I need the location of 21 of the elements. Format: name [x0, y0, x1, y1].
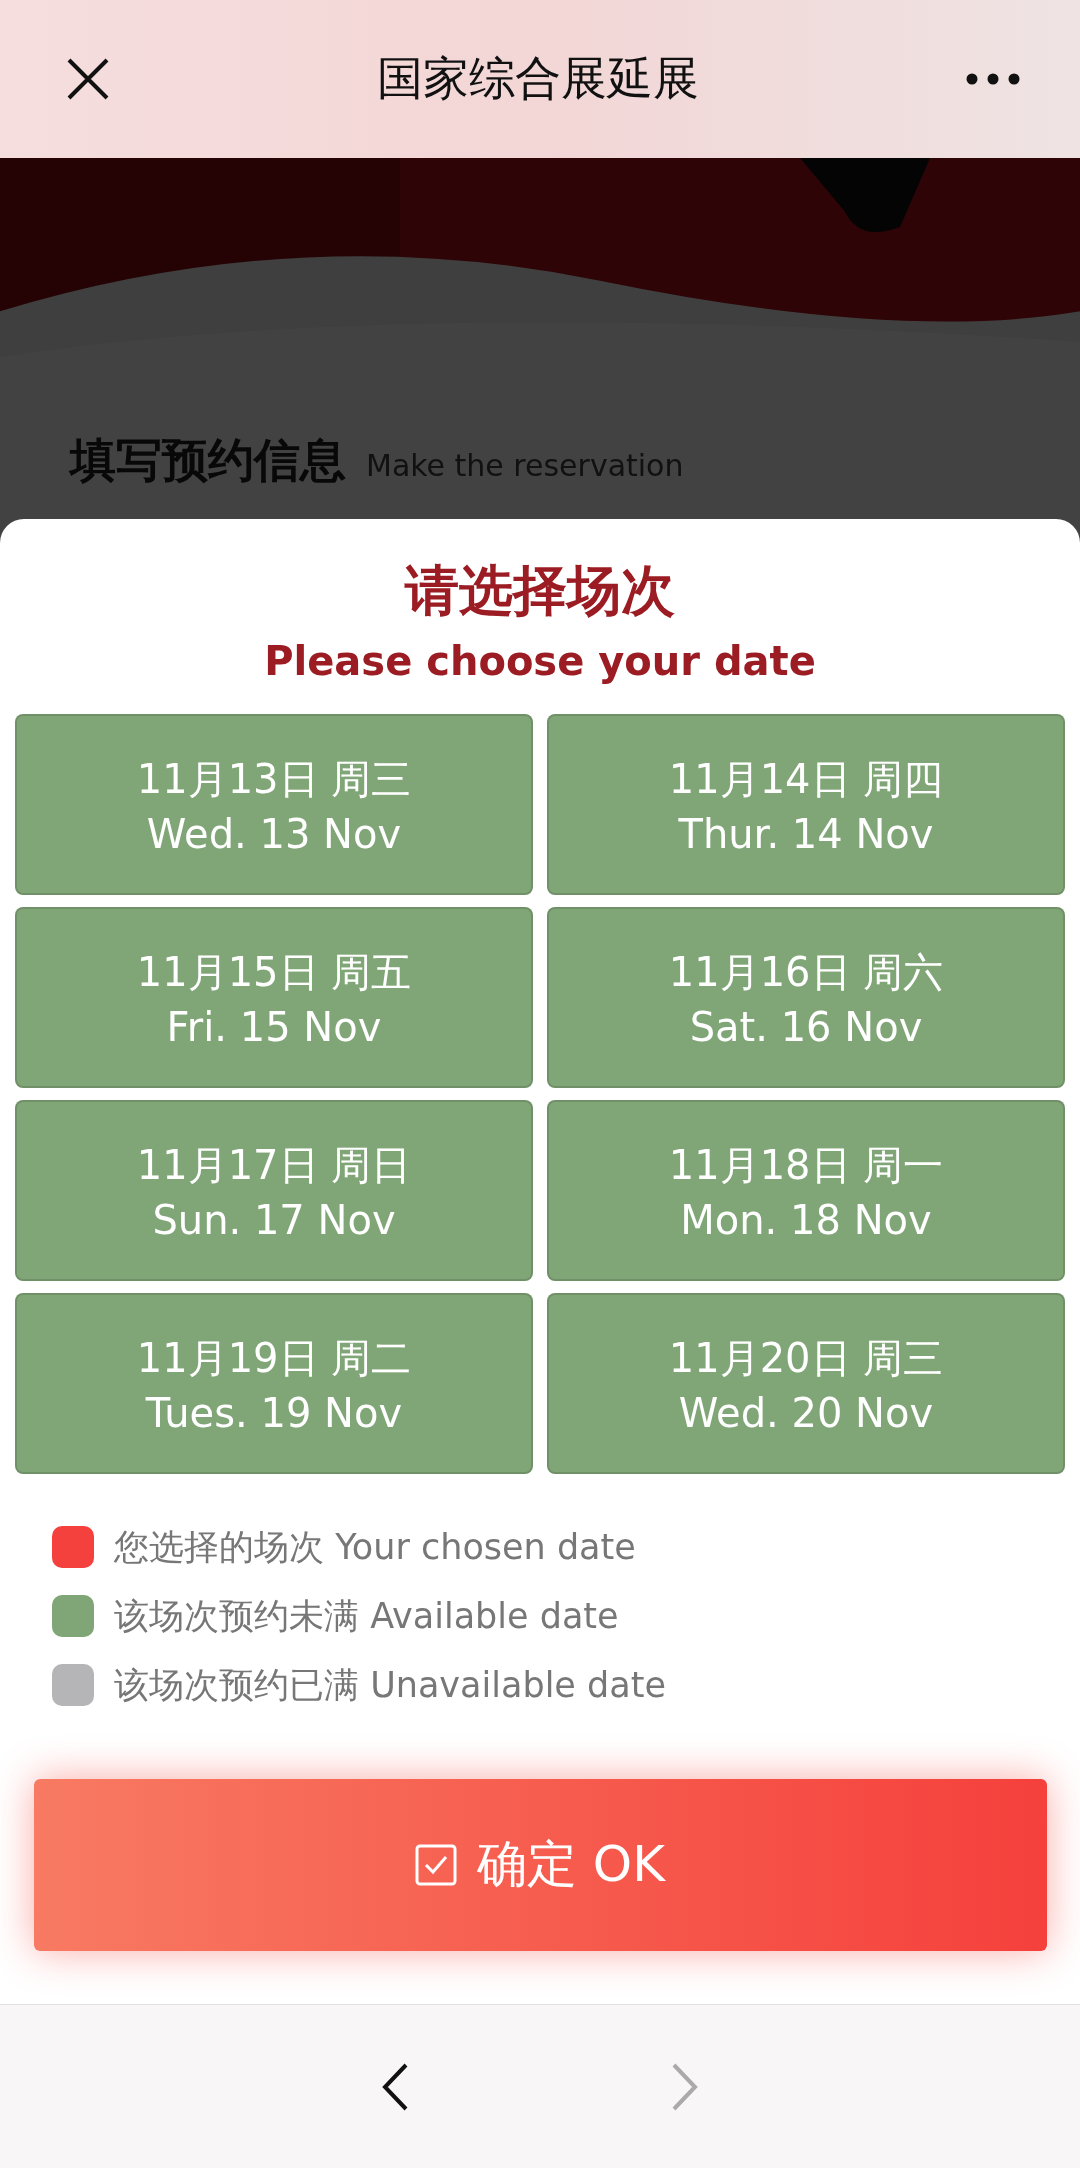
legend-label: 您选择的场次 Your chosen date	[114, 1525, 636, 1569]
checkbox-icon	[414, 1843, 457, 1886]
date-option[interactable]: 11月18日 周一 Mon. 18 Nov	[547, 1099, 1065, 1281]
more-icon	[966, 73, 1020, 85]
date-option[interactable]: 11月13日 周三 Wed. 13 Nov	[15, 713, 533, 895]
date-option[interactable]: 11月16日 周六 Sat. 16 Nov	[547, 906, 1065, 1088]
section-heading: 填写预约信息	[70, 432, 346, 489]
legend-label: 该场次预约未满 Available date	[114, 1594, 619, 1638]
legend-label: 该场次预约已满 Unavailable date	[114, 1663, 666, 1707]
chevron-right-icon	[670, 2061, 700, 2112]
chevron-left-icon	[380, 2061, 410, 2112]
dialog-subtitle: Please choose your date	[264, 637, 816, 684]
confirm-button[interactable]: 确定 OK	[33, 1778, 1047, 1951]
close-icon	[66, 57, 110, 101]
date-option[interactable]: 11月20日 周三 Wed. 20 Nov	[547, 1292, 1065, 1474]
date-option[interactable]: 11月15日 周五 Fri. 15 Nov	[15, 906, 533, 1088]
date-option[interactable]: 11月19日 周二 Tues. 19 Nov	[15, 1292, 533, 1474]
date-option[interactable]: 11月14日 周四 Thur. 14 Nov	[547, 713, 1065, 895]
date-option[interactable]: 11月17日 周日 Sun. 17 Nov	[15, 1099, 533, 1281]
page-title: 国家综合展延展	[377, 50, 699, 107]
dialog-title: 请选择场次	[405, 559, 675, 624]
